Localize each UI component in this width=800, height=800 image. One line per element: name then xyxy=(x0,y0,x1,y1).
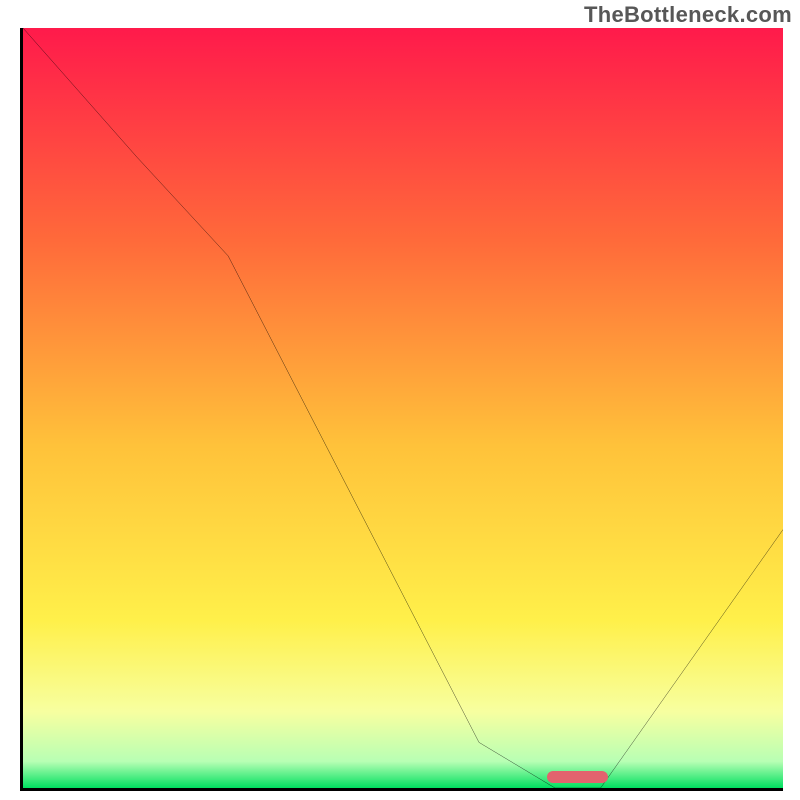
bottleneck-curve xyxy=(23,28,783,788)
watermark-text: TheBottleneck.com xyxy=(584,2,792,28)
chart-frame: TheBottleneck.com xyxy=(0,0,800,800)
plot-area xyxy=(20,28,783,791)
optimal-range-marker xyxy=(547,771,608,783)
